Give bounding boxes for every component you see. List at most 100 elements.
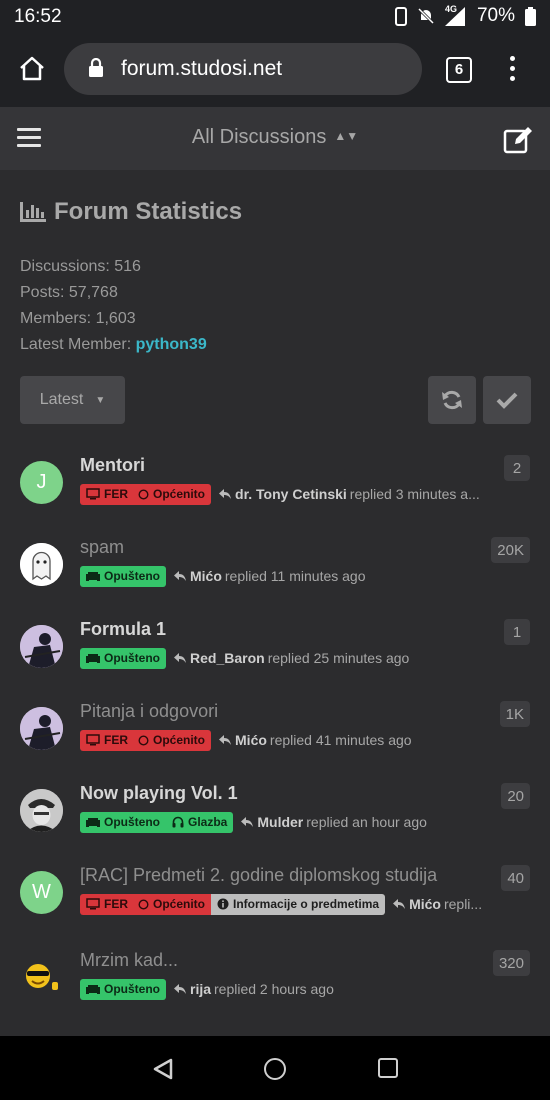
- caret-down-icon: ▼: [95, 394, 106, 406]
- reply-count: 20K: [491, 537, 530, 563]
- tag-fer[interactable]: FER: [80, 893, 134, 915]
- home-icon[interactable]: [18, 55, 46, 81]
- lock-icon: [89, 58, 103, 77]
- url-text[interactable]: forum.studosi.net: [121, 57, 282, 81]
- refresh-icon: [442, 390, 462, 410]
- reply-count: 1K: [499, 701, 530, 727]
- circle-icon: [138, 488, 149, 500]
- reply-count: 40: [501, 865, 530, 891]
- tag-label: FER: [104, 733, 128, 747]
- tab-switcher-button[interactable]: 6: [446, 57, 472, 83]
- stat-members: Members: 1,603: [20, 310, 136, 327]
- discussion-title[interactable]: Formula 1: [80, 619, 166, 640]
- discussion-title[interactable]: Pitanja i odgovori: [80, 701, 218, 722]
- recent-apps-icon[interactable]: [378, 1058, 398, 1078]
- discussion-item[interactable]: spam Opušteno Mićo replied 11 minutes ag…: [0, 537, 550, 625]
- tag-label: Opušteno: [104, 569, 160, 583]
- avatar[interactable]: W: [20, 871, 63, 914]
- user-photo-avatar-icon: [20, 789, 63, 832]
- sort-dropdown[interactable]: Latest ▼: [20, 376, 125, 424]
- reply-icon: [174, 653, 186, 663]
- reply-user[interactable]: Red_Baron: [190, 650, 265, 666]
- discussion-meta: Opušteno Red_Baron replied 25 minutes ag…: [80, 647, 485, 669]
- last-reply: Mićo replied 41 minutes ago: [218, 732, 412, 748]
- discussion-meta: FER Općenito Mićo replied 41 minutes ago: [80, 729, 485, 751]
- refresh-button[interactable]: [428, 376, 476, 424]
- avatar[interactable]: [20, 956, 63, 999]
- couch-icon: [86, 653, 100, 663]
- discussion-meta: FER Općenito dr. Tony Cetinski replied 3…: [80, 483, 485, 505]
- reply-user[interactable]: rija: [190, 981, 211, 997]
- status-bar: 16:52 4G 70%: [0, 0, 550, 33]
- tag-label: FER: [104, 487, 128, 501]
- reply-time: repli...: [443, 896, 483, 912]
- discussion-item[interactable]: Formula 1 Opušteno Red_Baron replied 25 …: [0, 619, 550, 707]
- signal-icon: 4G: [444, 4, 467, 26]
- system-navigation-bar: [0, 1036, 550, 1100]
- couch-icon: [86, 571, 100, 581]
- reply-user[interactable]: Mićo: [235, 732, 267, 748]
- avatar[interactable]: [20, 625, 63, 668]
- browser-menu-button[interactable]: [505, 56, 519, 84]
- discussion-title[interactable]: [RAC] Predmeti 2. godine diplomskog stud…: [80, 865, 437, 886]
- mark-all-read-button[interactable]: [483, 376, 531, 424]
- reply-user[interactable]: dr. Tony Cetinski: [235, 486, 347, 502]
- user-photo-avatar-icon: [20, 707, 63, 750]
- discussion-item[interactable]: Pitanja i odgovori FER Općenito Mićo rep…: [0, 701, 550, 789]
- reply-user[interactable]: Mićo: [190, 568, 222, 584]
- stats-heading: Forum Statistics: [20, 198, 530, 226]
- tag-fer[interactable]: FER: [80, 483, 134, 505]
- reply-icon: [393, 899, 406, 909]
- tag-opcenito[interactable]: Općenito: [134, 729, 212, 751]
- monitor-icon: [86, 488, 100, 500]
- discussion-title[interactable]: Now playing Vol. 1: [80, 783, 238, 804]
- tag-opusteno[interactable]: Opušteno: [80, 647, 166, 669]
- tag-label: Glazba: [188, 815, 228, 829]
- reply-user[interactable]: Mulder: [257, 814, 303, 830]
- last-reply: Mulder replied an hour ago: [240, 814, 427, 830]
- discussion-item[interactable]: Now playing Vol. 1 Opušteno Glazba Mulde…: [0, 783, 550, 871]
- tag-opusteno[interactable]: Opušteno: [80, 811, 166, 833]
- home-button-icon[interactable]: [264, 1058, 286, 1080]
- cool-emoji-avatar-icon: [26, 964, 58, 990]
- avatar[interactable]: [20, 707, 63, 750]
- tag-label: Informacije o predmetima: [233, 897, 380, 911]
- reply-icon: [241, 817, 254, 827]
- tag-fer[interactable]: FER: [80, 729, 134, 751]
- circle-icon: [138, 734, 149, 746]
- tag-opcenito[interactable]: Općenito: [134, 893, 212, 915]
- discussion-item[interactable]: J Mentori FER Općenito dr. Tony Cetinski…: [0, 455, 550, 543]
- tag-opusteno[interactable]: Opušteno: [80, 565, 166, 587]
- compose-icon[interactable]: [503, 125, 535, 155]
- stat-latest-member: Latest Member: python39: [20, 332, 530, 358]
- avatar[interactable]: [20, 543, 63, 586]
- monitor-icon: [86, 734, 100, 746]
- user-photo-avatar-icon: [20, 625, 63, 668]
- discussion-title[interactable]: Mrzim kad...: [80, 950, 178, 971]
- reply-time: replied an hour ago: [306, 814, 427, 830]
- discussion-title[interactable]: Mentori: [80, 455, 145, 476]
- tag-glazba[interactable]: Glazba: [166, 811, 234, 833]
- tag-informacije[interactable]: Informacije o predmetima: [211, 893, 386, 915]
- reply-time: replied 11 minutes ago: [224, 568, 366, 584]
- last-reply: Red_Baron replied 25 minutes ago: [173, 650, 409, 666]
- discussion-title[interactable]: spam: [80, 537, 124, 558]
- tag-label: Općenito: [153, 897, 206, 911]
- headphones-icon: [172, 816, 184, 828]
- stat-discussions: Discussions: 516: [20, 258, 141, 275]
- discussion-item[interactable]: Mrzim kad... Opušteno rija replied 2 hou…: [0, 950, 550, 1038]
- list-controls: Latest ▼: [20, 376, 531, 424]
- avatar[interactable]: [20, 789, 63, 832]
- address-bar[interactable]: forum.studosi.net: [64, 43, 422, 95]
- discussions-filter-dropdown[interactable]: All Discussions ▲▼: [0, 126, 550, 149]
- avatar[interactable]: J: [20, 461, 63, 504]
- tag-opusteno[interactable]: Opušteno: [80, 978, 166, 1000]
- info-icon: [217, 898, 229, 910]
- forum-header: All Discussions ▲▼: [0, 107, 550, 170]
- tag-label: Opušteno: [104, 815, 160, 829]
- back-icon[interactable]: [152, 1058, 174, 1080]
- tag-opcenito[interactable]: Općenito: [134, 483, 212, 505]
- latest-member-link[interactable]: python39: [136, 336, 207, 353]
- reply-user[interactable]: Mićo: [409, 896, 441, 912]
- discussion-item[interactable]: W [RAC] Predmeti 2. godine diplomskog st…: [0, 865, 550, 953]
